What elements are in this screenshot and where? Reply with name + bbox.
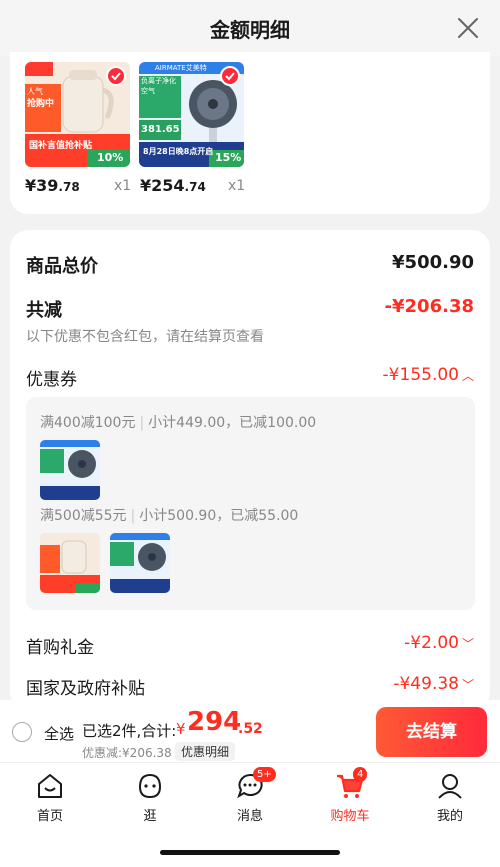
date-text: 8月28日晚8点开启 (143, 147, 214, 156)
browse-face-icon (138, 773, 162, 799)
chevron-down-icon: ﹀ (461, 637, 474, 651)
select-all-label[interactable]: 全选 (44, 723, 74, 744)
coupon-product-kettle (40, 533, 100, 593)
message-badge: 5+ (253, 767, 276, 782)
total-label: 商品总价 (26, 256, 98, 277)
selected-check-icon[interactable] (220, 66, 240, 86)
message-icon-wrap: 5+ (235, 767, 276, 801)
coupon-product-fan (110, 533, 170, 593)
discount-detail-button[interactable]: 优惠明细 (175, 742, 236, 761)
total-amount-integer: 294 (187, 707, 242, 737)
gov-subsidy-value: -¥49.38 (393, 674, 459, 694)
tab-cart[interactable]: 4 购物车 (320, 767, 380, 824)
chevron-down-icon: ﹀ (461, 678, 474, 692)
checkout-bar: 全选 已选2件,合计: ¥ 294 .52 优惠减:¥206.38 优惠明细 去… (0, 700, 500, 762)
profile-icon (438, 774, 462, 799)
coupon-rule: 满400减100元 (40, 415, 136, 431)
product-discount-text: 15% (215, 151, 242, 164)
coupon-product-fan (40, 440, 100, 500)
price-integer: ¥254 (140, 176, 185, 195)
selected-products-card: 人气 抢购中 国补言值抢补贴 10% ¥39.78 x1 AIRMATE艾美特 … (10, 52, 490, 214)
tab-home[interactable]: 首页 (20, 771, 80, 824)
reduce-value: -¥206.38 (384, 296, 474, 317)
badge-main-text: 抢购中 (27, 99, 55, 109)
coupon-detail: 小计449.00，已减100.00 (148, 415, 317, 431)
total-amount-decimal: .52 (238, 721, 263, 737)
reduce-label: 共减 (26, 300, 62, 321)
coupon-value: -¥155.00 (382, 365, 459, 385)
reduce-note: 以下优惠不包含红包，请在结算页查看 (26, 329, 264, 345)
product-discount-text: 10% (97, 151, 124, 164)
tab-label: 逛 (143, 809, 157, 824)
coupon-rule: 满500减55元 (40, 508, 127, 524)
product-price: ¥254.74 (140, 176, 206, 195)
gov-subsidy-toggle[interactable]: -¥49.38 ﹀ (393, 674, 474, 694)
tab-label: 购物车 (330, 809, 370, 824)
checkout-button[interactable]: 去结算 (376, 707, 487, 757)
product-banner-text: 国补言值抢补贴 (29, 141, 93, 151)
home-icon (38, 774, 62, 798)
price-decimal: .78 (58, 180, 80, 194)
page-title: 金额明细 (210, 18, 290, 42)
product-price: ¥39.78 (25, 176, 80, 195)
tab-messages[interactable]: 5+ 消息 (220, 767, 280, 824)
first-purchase-label: 首购礼金 (26, 638, 94, 658)
brand-text: AIRMATE艾美特 (155, 64, 207, 72)
headline-text: 负离子净化空气 (141, 77, 176, 95)
coupon-detail-box: 满400减100元 | 小计449.00，已减100.00 满500减55元 | 小计5… (26, 397, 475, 610)
product-thumbnail-fan[interactable]: AIRMATE艾美特 负离子净化空气 381.65 8月28日晚8点开启 15% (139, 62, 244, 167)
price-tag-text: 381.65 (141, 124, 180, 135)
first-purchase-toggle[interactable]: -¥2.00 ﹀ (404, 633, 474, 653)
tab-browse[interactable]: 逛 (120, 771, 180, 824)
total-currency: ¥ (176, 720, 186, 738)
gov-subsidy-label: 国家及政府补贴 (26, 679, 145, 699)
tab-label: 首页 (36, 809, 63, 824)
header: 金额明细 (0, 0, 500, 56)
coupon-rule-line: 满400减100元 | 小计449.00，已减100.00 (40, 415, 317, 431)
discount-line: 优惠减:¥206.38 (82, 746, 172, 760)
coupon-label: 优惠券 (26, 370, 77, 390)
fan-image (110, 533, 170, 593)
price-integer: ¥39 (25, 176, 59, 195)
coupon-toggle[interactable]: -¥155.00 ︿ (383, 365, 474, 385)
product-thumbnail-kettle[interactable]: 人气 抢购中 国补言值抢补贴 10% (25, 62, 130, 167)
select-all-radio[interactable] (12, 722, 32, 742)
tab-label: 消息 (236, 809, 263, 824)
cart-icon-wrap: 4 (335, 767, 368, 801)
product-quantity: x1 (114, 178, 132, 194)
coupon-rule-line: 满500减55元 | 小计500.90，已减55.00 (40, 508, 299, 524)
product-quantity: x1 (228, 178, 246, 194)
price-summary-card: 商品总价 ¥500.90 共减 -¥206.38 以下优惠不包含红包，请在结算页… (10, 230, 490, 710)
selected-check-icon[interactable] (106, 66, 126, 86)
price-decimal: .74 (184, 180, 206, 194)
tab-label: 我的 (436, 809, 463, 824)
fan-image (40, 440, 100, 500)
cart-badge: 4 (353, 767, 368, 782)
kettle-image (40, 533, 100, 593)
selected-count: 已选2件,合计: (82, 722, 177, 740)
coupon-detail: 小计500.90，已减55.00 (139, 508, 299, 524)
total-value: ¥500.90 (392, 252, 474, 273)
home-indicator (160, 850, 340, 855)
first-purchase-value: -¥2.00 (404, 633, 459, 653)
chevron-up-icon: ︿ (461, 369, 474, 383)
close-icon[interactable] (456, 16, 480, 40)
tab-profile[interactable]: 我的 (420, 771, 480, 824)
